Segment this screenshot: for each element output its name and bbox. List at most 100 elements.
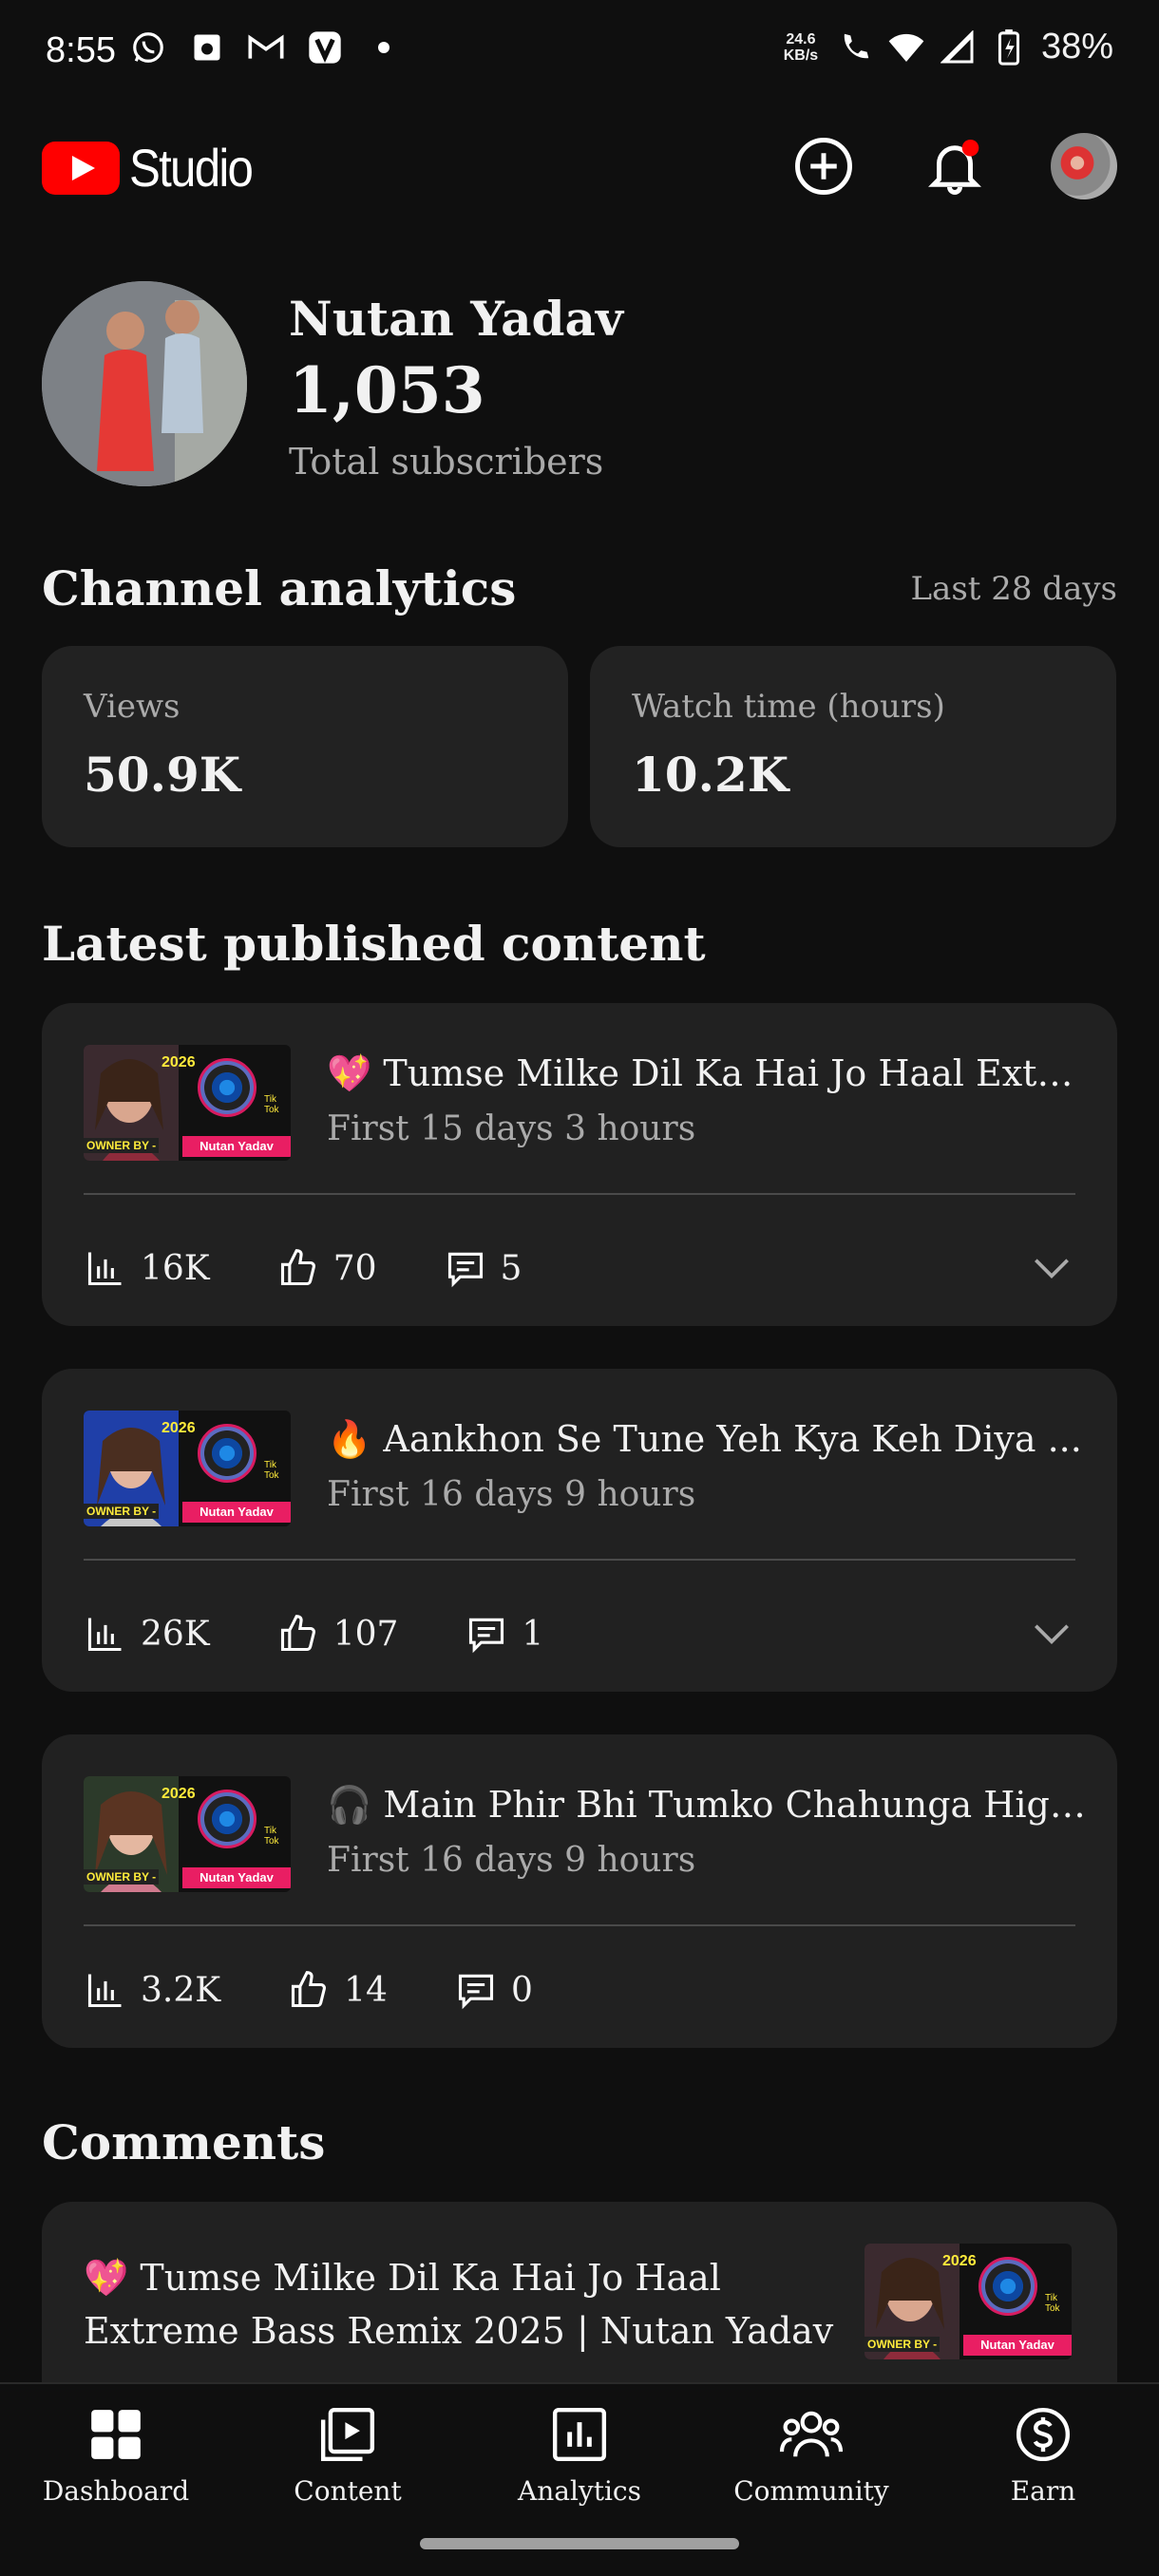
comments-count: 1: [522, 1614, 544, 1654]
nav-dashboard[interactable]: Dashboard: [0, 2394, 232, 2536]
thumb-tiktok: Tik Tok: [264, 1826, 279, 1847]
expand-button[interactable]: [1028, 1610, 1075, 1657]
channel-avatar: [42, 281, 247, 486]
likes-count: 70: [332, 1248, 377, 1288]
speaker-graphic: [198, 1424, 256, 1483]
battery-percent: 38%: [1040, 27, 1113, 66]
nav-earn[interactable]: Earn: [927, 2394, 1159, 2536]
thumb-brand: Nutan Yadav: [182, 1136, 291, 1157]
youtube-studio-logo: Studio: [42, 137, 269, 199]
video-period: First 16 days 9 hours: [327, 1841, 696, 1880]
chevron-down-icon: [1035, 1259, 1069, 1279]
thumb-tiktok: Tik Tok: [1045, 2293, 1060, 2314]
signal-icon: [939, 28, 977, 66]
nav-label: Dashboard: [42, 2475, 190, 2507]
comment-preview-card[interactable]: 💖 Tumse Milke Dil Ka Hai Jo Haal Extreme…: [42, 2202, 1117, 2392]
nav-label: Community: [733, 2475, 889, 2507]
dashboard-icon: [83, 2401, 149, 2468]
thumb-owner: OWNER BY -: [84, 1869, 160, 1885]
thumb-year: 2026: [942, 2253, 977, 2269]
video-thumbnail: 2026 Tik Tok OWNER BY - Nutan Yadav: [84, 1776, 291, 1892]
comments-stat: 0: [454, 1968, 533, 2012]
watch-time-label: Watch time (hours): [632, 688, 945, 726]
content-icon: [314, 2401, 381, 2468]
comments-heading: Comments: [42, 2114, 326, 2170]
network-speed: 24.6 KB/s: [783, 30, 819, 64]
video-card[interactable]: 2026 Tik Tok OWNER BY - Nutan Yadav 💖 Tu…: [42, 1003, 1117, 1326]
video-title: 💖 Tumse Milke Dil Ka Hai Jo Haal Extre..…: [327, 1052, 1087, 1094]
thumb-brand: Nutan Yadav: [182, 1867, 291, 1888]
nav-community[interactable]: Community: [695, 2394, 927, 2536]
video-card[interactable]: 2026 Tik Tok OWNER BY - Nutan Yadav 🔥 Aa…: [42, 1369, 1117, 1692]
notifications-button[interactable]: [922, 133, 988, 199]
video-card[interactable]: 2026 Tik Tok OWNER BY - Nutan Yadav 🎧 Ma…: [42, 1734, 1117, 2048]
divider: [84, 1924, 1075, 1926]
watch-time-card[interactable]: Watch time (hours) 10.2K: [590, 646, 1116, 847]
status-bar: 8:55 24.6 KB/s 38%: [0, 0, 1159, 104]
video-stats: 16K 70 5: [84, 1246, 588, 1290]
thumb-tiktok: Tik Tok: [264, 1094, 279, 1115]
video-period: First 16 days 9 hours: [327, 1475, 696, 1514]
views-stat: 3.2K: [84, 1968, 220, 2012]
thumb-year: 2026: [162, 1054, 196, 1070]
youtube-play-icon: [42, 141, 120, 195]
analytics-icon: [546, 2401, 613, 2468]
channel-summary: Nutan Yadav 1,053 Total subscribers: [42, 281, 1117, 490]
gmail-icon: [247, 28, 285, 66]
views-card[interactable]: Views 50.9K: [42, 646, 568, 847]
thumb-year: 2026: [162, 1420, 196, 1436]
thumbs-up-icon: [276, 1246, 320, 1290]
app-header: Studio: [0, 123, 1159, 209]
thumbs-up-icon: [276, 1612, 320, 1656]
nav-analytics[interactable]: Analytics: [464, 2394, 695, 2536]
community-icon: [778, 2401, 845, 2468]
analytics-range: Last 28 days: [910, 570, 1117, 608]
channel-name: Nutan Yadav: [289, 291, 623, 347]
comment-video-thumbnail: 2026 Tik Tok OWNER BY - Nutan Yadav: [864, 2244, 1072, 2359]
likes-stat: 70: [276, 1246, 377, 1290]
bar-chart-icon: [84, 1612, 127, 1656]
thumb-brand: Nutan Yadav: [963, 2335, 1072, 2356]
video-title: 🔥 Aankhon Se Tune Yeh Kya Keh Diya ...: [327, 1418, 1082, 1460]
views-count: 16K: [141, 1248, 210, 1288]
account-avatar[interactable]: [1051, 133, 1117, 199]
bell-icon: [928, 139, 981, 195]
comments-count: 5: [500, 1248, 522, 1288]
thumb-year: 2026: [162, 1786, 196, 1802]
thumb-owner: OWNER BY -: [864, 2337, 940, 2352]
nav-content[interactable]: Content: [232, 2394, 464, 2536]
views-label: Views: [84, 688, 180, 726]
thumb-owner: OWNER BY -: [84, 1138, 160, 1153]
likes-count: 14: [344, 1970, 388, 2010]
video-stats: 26K 107 1: [84, 1612, 610, 1656]
speaker-graphic: [198, 1058, 256, 1117]
expand-button[interactable]: [1028, 1244, 1075, 1292]
battery-icon: [990, 28, 1028, 66]
comments-count: 0: [510, 1970, 533, 2010]
views-count: 3.2K: [141, 1970, 221, 2010]
divider: [84, 1559, 1075, 1561]
home-gesture-bar[interactable]: [420, 2538, 739, 2549]
dot-icon: [365, 28, 403, 66]
likes-stat: 107: [276, 1612, 398, 1656]
comments-stat: 1: [465, 1612, 543, 1656]
nav-label: Earn: [1010, 2475, 1076, 2507]
wifi-icon: [887, 28, 925, 66]
status-time: 8:55: [46, 30, 116, 70]
status-system-icons: 24.6 KB/s 38%: [779, 27, 1113, 67]
views-count: 26K: [141, 1614, 210, 1654]
vpn-icon: [306, 28, 344, 66]
bar-chart-icon: [84, 1968, 127, 2012]
comment-icon: [444, 1246, 487, 1290]
bar-chart-icon: [84, 1246, 127, 1290]
nav-label: Content: [294, 2475, 402, 2507]
divider: [84, 1193, 1075, 1195]
video-thumbnail: 2026 Tik Tok OWNER BY - Nutan Yadav: [84, 1411, 291, 1526]
latest-content-heading: Latest published content: [42, 916, 706, 972]
plus-circle-icon: [795, 138, 852, 195]
analytics-heading: Channel analytics: [42, 560, 517, 616]
speaker-graphic: [978, 2257, 1037, 2316]
create-button[interactable]: [790, 133, 857, 199]
subscriber-count: 1,053: [289, 353, 485, 427]
thumb-owner: OWNER BY -: [84, 1504, 160, 1519]
